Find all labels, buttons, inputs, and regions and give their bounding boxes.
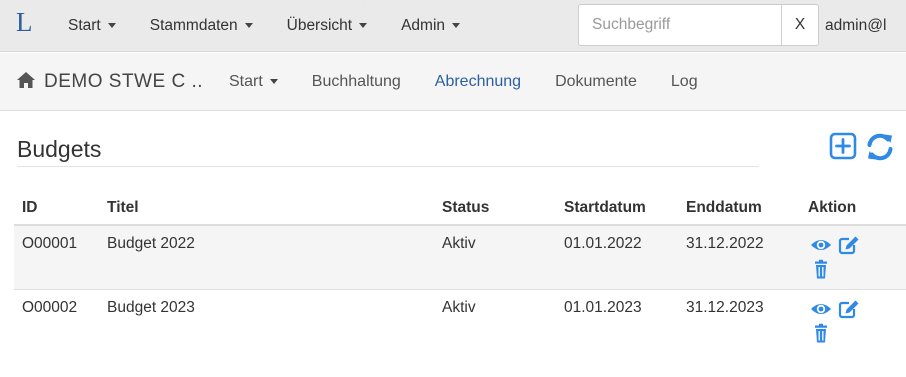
page-title: Budgets [17,136,102,162]
search-input[interactable] [578,4,782,46]
subnav-dokumente[interactable]: Dokumente [555,73,637,91]
refresh-icon[interactable] [865,132,895,162]
column-header-actions: Aktion [800,190,906,226]
cell-actions [800,288,906,353]
nav-uebersicht-dropdown[interactable]: Übersicht [286,17,368,35]
column-header-title[interactable]: Titel [99,190,434,226]
cell-actions [800,224,906,289]
subnav-start-dropdown[interactable]: Start [229,73,278,91]
user-menu[interactable]: admin@l [825,17,886,35]
object-nav-menu: Start Buchhaltung Abrechnung Dokumente L… [229,53,732,111]
plus-square-icon[interactable] [829,132,857,160]
row-actions [808,235,868,279]
cell-end-date: 31.12.2022 [678,224,800,289]
edit-icon[interactable] [838,235,860,255]
cell-start-date: 01.01.2022 [556,224,678,289]
subnav-abrechnung[interactable]: Abrechnung [435,73,521,91]
budgets-table: ID Titel Status Startdatum Enddatum Akti… [14,190,906,353]
subnav-label: Start [229,73,263,90]
object-title[interactable]: DEMO STWE C .. [44,71,203,93]
table-row: O00002 Budget 2023 Aktiv 01.01.2023 31.1… [14,288,906,353]
eye-icon[interactable] [810,299,832,319]
object-navbar: DEMO STWE C .. Start Buchhaltung Abrechn… [0,53,906,111]
top-navbar: L Start Stammdaten Übersicht Admin X adm… [0,0,906,52]
cell-title: Budget 2022 [99,224,434,289]
nav-start-dropdown[interactable]: Start [68,17,116,35]
trash-icon[interactable] [810,259,832,279]
column-header-status[interactable]: Status [434,190,556,226]
top-nav-menu: Start Stammdaten Übersicht Admin [68,0,494,52]
cell-id: O00002 [14,288,99,353]
trash-icon[interactable] [810,323,832,343]
column-header-end-date[interactable]: Enddatum [678,190,800,226]
caret-down-icon [452,23,461,28]
nav-label: Übersicht [286,17,353,34]
nav-label: Start [68,17,101,34]
caret-down-icon [244,23,253,28]
search-clear-button[interactable]: X [781,4,819,46]
cell-status: Aktiv [434,288,556,353]
home-icon[interactable] [16,71,36,89]
column-header-id[interactable]: ID [14,190,99,226]
nav-label: Stammdaten [149,17,238,34]
subnav-buchhaltung[interactable]: Buchhaltung [312,73,401,91]
subnav-log[interactable]: Log [671,73,698,91]
brand-logo[interactable]: L [16,7,33,38]
row-actions [808,299,868,343]
caret-down-icon [359,23,368,28]
table-header-row: ID Titel Status Startdatum Enddatum Akti… [14,190,906,226]
cell-end-date: 31.12.2023 [678,288,800,353]
caret-down-icon [107,23,116,28]
caret-down-icon [269,79,278,84]
cell-start-date: 01.01.2023 [556,288,678,353]
column-header-start-date[interactable]: Startdatum [556,190,678,226]
nav-stammdaten-dropdown[interactable]: Stammdaten [150,17,253,35]
title-divider [17,166,759,167]
nav-admin-dropdown[interactable]: Admin [401,17,461,35]
cell-title: Budget 2023 [99,288,434,353]
edit-icon[interactable] [838,299,860,319]
cell-status: Aktiv [434,224,556,289]
nav-label: Admin [401,17,446,34]
table-row: O00001 Budget 2022 Aktiv 01.01.2022 31.1… [14,224,906,289]
eye-icon[interactable] [810,235,832,255]
cell-id: O00001 [14,224,99,289]
